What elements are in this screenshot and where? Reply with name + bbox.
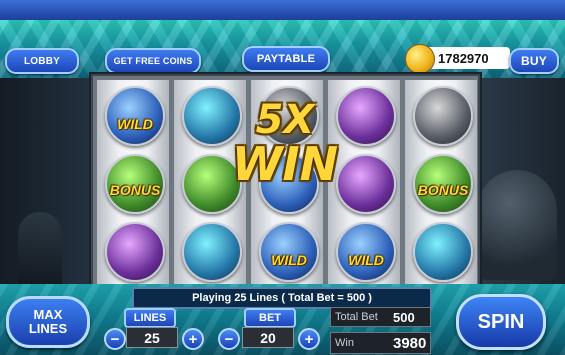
buy-button[interactable]: BUY xyxy=(509,48,559,74)
ufo-wild-symbol: WILD xyxy=(105,86,165,146)
rock-formation xyxy=(477,170,557,280)
alien-blue-symbol xyxy=(182,222,242,282)
max-lines-button[interactable]: MAX LINES xyxy=(6,296,90,348)
win-display: Win 3980 xyxy=(330,332,431,354)
reel-1: WILD BONUS xyxy=(97,80,169,284)
reel-5: BONUS xyxy=(405,80,477,284)
bet-decrease-button[interactable]: − xyxy=(218,328,240,350)
alien-cyclops-symbol xyxy=(413,222,473,282)
lobby-button[interactable]: LOBBY xyxy=(5,48,79,74)
win-multiplier: 5X xyxy=(255,97,315,143)
bonus-label: BONUS xyxy=(417,182,469,198)
wild-label: WILD xyxy=(348,252,384,268)
win-label: Win xyxy=(335,337,354,349)
spin-button[interactable]: SPIN xyxy=(456,294,546,350)
win-value: 3980 xyxy=(393,334,427,352)
total-bet-label: Total Bet xyxy=(335,311,378,323)
coin-icon xyxy=(405,44,435,74)
ufo-red-symbol xyxy=(413,86,473,146)
top-bar xyxy=(0,0,565,22)
lines-value: 25 xyxy=(126,327,178,348)
ufo-wild-symbol: WILD xyxy=(336,222,396,282)
total-bet-display: Total Bet 500 xyxy=(330,307,431,327)
max-lines-label-1: MAX xyxy=(33,307,63,322)
win-text: WIN xyxy=(231,137,339,191)
wild-label: WILD xyxy=(117,116,153,132)
lines-decrease-button[interactable]: − xyxy=(104,328,126,350)
get-free-coins-button[interactable]: GET FREE COINS xyxy=(105,48,201,74)
bet-increase-button[interactable]: + xyxy=(298,328,320,350)
win-banner: 5X WIN xyxy=(200,98,370,188)
status-bar: Playing 25 Lines ( Total Bet = 500 ) xyxy=(132,287,432,309)
alien-silhouette xyxy=(18,212,62,292)
spaceship-symbol xyxy=(105,222,165,282)
lines-increase-button[interactable]: + xyxy=(182,328,204,350)
paytable-button[interactable]: PAYTABLE xyxy=(242,46,330,72)
lines-label: LINES xyxy=(124,308,176,328)
bet-value: 20 xyxy=(242,327,294,348)
wild-label: WILD xyxy=(271,252,307,268)
total-bet-value: 500 xyxy=(393,309,415,325)
bonus-symbol: BONUS xyxy=(105,154,165,214)
bet-label: BET xyxy=(244,308,296,328)
coin-balance: 1782970 xyxy=(438,51,489,66)
max-lines-label-2: LINES xyxy=(28,321,68,336)
bonus-label: BONUS xyxy=(109,182,161,198)
slot-game-screen: LOBBY GET FREE COINS PAYTABLE 1782970 BU… xyxy=(0,0,565,355)
ufo-wild-symbol: WILD xyxy=(259,222,319,282)
bonus-symbol: BONUS xyxy=(413,154,473,214)
